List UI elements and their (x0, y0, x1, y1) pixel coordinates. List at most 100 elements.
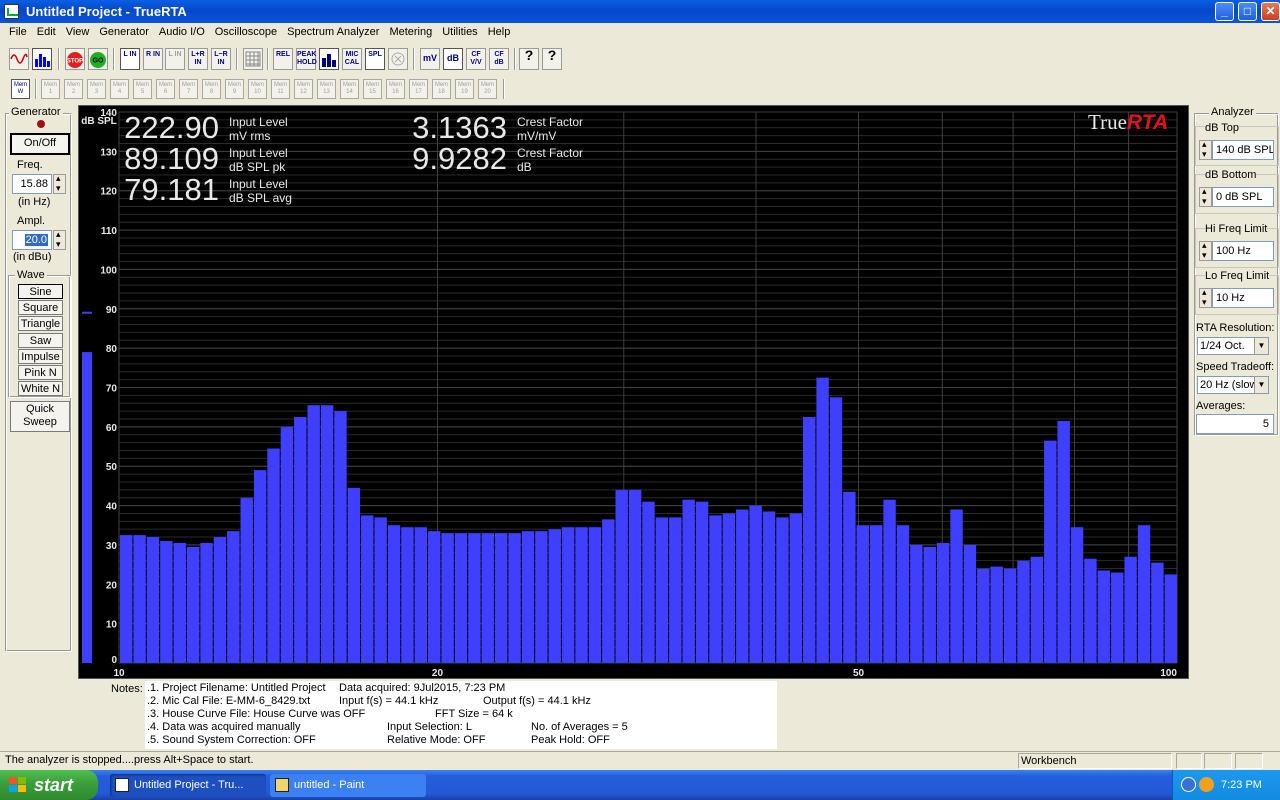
memory-slot-button[interactable]: Mem 7 (179, 79, 198, 99)
memory-slot-button[interactable]: Mem 16 (386, 79, 405, 99)
y-tick-label: 130 (100, 147, 117, 158)
spectrum-bar (776, 517, 789, 663)
bar-display-button[interactable] (319, 48, 339, 70)
memory-slot-button[interactable]: Mem 6 (156, 79, 175, 99)
context-help-button[interactable]: ? (542, 48, 562, 70)
memory-slot-button[interactable]: Mem 8 (202, 79, 221, 99)
db-bottom-spinner[interactable] (1199, 186, 1212, 207)
memory-slot-button[interactable]: Mem 14 (340, 79, 359, 99)
peak-hold-button[interactable]: PEAK HOLD (296, 48, 317, 70)
quick-sweep-button[interactable]: Quick Sweep (10, 401, 70, 432)
spectrum-bar (789, 513, 803, 663)
memory-slot-button[interactable]: Mem 2 (64, 79, 83, 99)
memory-working-button[interactable]: Mem W (11, 79, 30, 99)
hi-freq-input[interactable]: 100 Hz (1212, 241, 1274, 261)
y-tick-label: 20 (106, 580, 118, 591)
menu-file[interactable]: File (4, 23, 32, 38)
menu-view[interactable]: View (61, 23, 95, 38)
lo-freq-spinner[interactable] (1199, 287, 1212, 308)
wave-square-button[interactable]: Square (18, 300, 63, 315)
truerta-app-icon[interactable] (4, 4, 19, 19)
lo-freq-input[interactable]: 10 Hz (1212, 288, 1274, 308)
memory-slot-button[interactable]: Mem 13 (317, 79, 336, 99)
spectrum-bar (186, 546, 200, 663)
memory-slot-button[interactable]: Mem 1 (41, 79, 60, 99)
db-units-button[interactable]: dB (443, 48, 463, 70)
ampl-spinner[interactable] (53, 229, 66, 250)
wave-sine-button[interactable]: Sine (18, 284, 63, 299)
spectrum-mode-button[interactable] (32, 48, 52, 70)
taskbar-item-truerta[interactable]: Untitled Project - Tru... (110, 774, 266, 797)
oscilloscope-mode-button[interactable] (9, 48, 29, 70)
db-bottom-input[interactable]: 0 dB SPL (1212, 187, 1274, 207)
rta-resolution-select[interactable]: 1/24 Oct. ▼ (1197, 337, 1269, 355)
go-button[interactable]: GO (88, 48, 108, 70)
wave-pink-noise-button[interactable]: Pink N (18, 365, 63, 380)
menu-generator[interactable]: Generator (94, 23, 154, 38)
taskbar-item-paint[interactable]: untitled - Paint (270, 774, 426, 797)
left-input-button[interactable]: L IN (120, 48, 140, 70)
wave-impulse-button[interactable]: Impulse (18, 349, 63, 364)
spectrum-bar (816, 377, 829, 663)
stop-button[interactable]: STOP (65, 48, 85, 70)
mv-units-button[interactable]: mV (420, 48, 440, 70)
wave-triangle-button[interactable]: Triangle (18, 316, 63, 331)
clear-button[interactable] (388, 48, 408, 70)
memory-slot-button[interactable]: Mem 9 (225, 79, 244, 99)
speed-tradeoff-select[interactable]: 20 Hz (slow) ▼ (1197, 376, 1269, 394)
memory-slot-button[interactable]: Mem 15 (363, 79, 382, 99)
menu-bar: File Edit View Generator Audio I/O Oscillosco… (0, 23, 1280, 43)
grid-button[interactable] (243, 48, 263, 70)
status-cell (1176, 753, 1202, 769)
averages-input[interactable]: 5 (1196, 414, 1274, 434)
ampl-input[interactable]: 20.0 (12, 230, 52, 250)
memory-slot-button[interactable]: Mem 18 (432, 79, 451, 99)
left-input-alt-button[interactable]: L IN (165, 48, 185, 70)
spectrum-bar (695, 501, 709, 663)
menu-utilities[interactable]: Utilities (437, 23, 482, 38)
wave-white-noise-button[interactable]: White N (18, 381, 63, 396)
close-button[interactable]: ✕ (1261, 2, 1280, 21)
menu-audio-io[interactable]: Audio I/O (154, 23, 210, 38)
difference-input-button[interactable]: L−R IN (211, 48, 231, 70)
memory-slot-button[interactable]: Mem 17 (409, 79, 428, 99)
menu-spectrum-analyzer[interactable]: Spectrum Analyzer (282, 23, 384, 38)
status-message: The analyzer is stopped....press Alt+Spa… (5, 754, 254, 766)
tray-app-icon[interactable] (1199, 777, 1214, 792)
wave-saw-button[interactable]: Saw (18, 333, 63, 348)
spectrum-bar (682, 499, 695, 663)
generator-on-off-button[interactable]: On/Off (10, 133, 70, 155)
level-meter-avg-bar (82, 352, 92, 663)
menu-help[interactable]: Help (483, 23, 516, 38)
spectrum-bar (320, 405, 334, 663)
spl-button[interactable]: SPL (365, 48, 385, 70)
note-line-4: .4. Data was acquired manually (147, 721, 301, 733)
memory-slot-button[interactable]: Mem 10 (248, 79, 267, 99)
memory-slot-button[interactable]: Mem 20 (478, 79, 497, 99)
right-input-button[interactable]: R IN (143, 48, 163, 70)
crest-factor-vv-button[interactable]: CF V/V (466, 48, 486, 70)
memory-slot-button[interactable]: Mem 19 (455, 79, 474, 99)
memory-slot-button[interactable]: Mem 4 (110, 79, 129, 99)
memory-slot-button[interactable]: Mem 5 (133, 79, 152, 99)
menu-oscilloscope[interactable]: Oscilloscope (210, 23, 282, 38)
minimize-button[interactable]: _ (1215, 2, 1234, 21)
memory-slot-button[interactable]: Mem 3 (87, 79, 106, 99)
start-button[interactable]: start (0, 770, 98, 800)
crest-factor-db-button[interactable]: CF dB (489, 48, 509, 70)
mic-cal-button[interactable]: MIC CAL (342, 48, 362, 70)
maximize-button[interactable]: □ (1238, 2, 1257, 21)
freq-spinner[interactable] (53, 173, 66, 194)
menu-edit[interactable]: Edit (32, 23, 61, 38)
menu-metering[interactable]: Metering (384, 23, 437, 38)
hi-freq-spinner[interactable] (1199, 240, 1212, 261)
freq-input[interactable]: 15.88 (12, 174, 52, 194)
db-top-spinner[interactable] (1199, 139, 1212, 160)
memory-slot-button[interactable]: Mem 12 (294, 79, 313, 99)
db-top-input[interactable]: 140 dB SPL (1212, 140, 1274, 160)
relative-mode-button[interactable]: REL (273, 48, 293, 70)
help-button[interactable]: ? (519, 48, 539, 70)
memory-slot-button[interactable]: Mem 11 (271, 79, 290, 99)
sum-input-button[interactable]: L+R IN (188, 48, 208, 70)
tray-collapse-icon[interactable] (1181, 777, 1196, 792)
